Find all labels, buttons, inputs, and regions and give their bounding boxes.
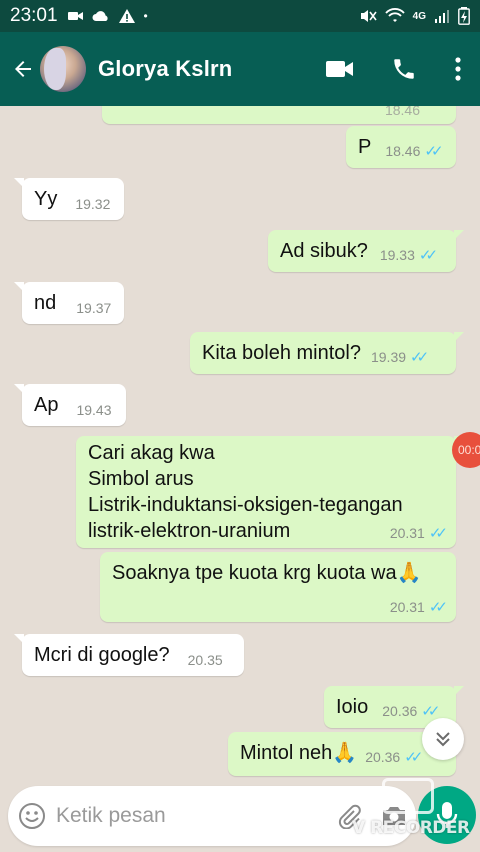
- video-call-button[interactable]: [308, 39, 372, 99]
- dot-icon: •: [143, 9, 148, 23]
- emoji-icon: [18, 803, 45, 829]
- message-bubble-out[interactable]: Cari akag kwa Simbol arus Listrik-indukt…: [76, 436, 464, 548]
- status-bar: 23:01 • 4G: [0, 0, 480, 32]
- recorder-logo-icon: [382, 778, 434, 814]
- chat-area[interactable]: 18.46 P 18.46 ✓✓ Yy 19.32 Ad sibuk? 19.3…: [0, 106, 480, 784]
- contact-name[interactable]: Glorya Kslrn: [98, 56, 232, 82]
- message-time: 20.36: [365, 749, 401, 765]
- cloud-icon: [92, 11, 108, 22]
- message-text: Soaknya tpe kuota krg kuota wa🙏: [112, 562, 422, 584]
- scroll-to-bottom-button[interactable]: [422, 718, 464, 760]
- video-notification-icon: [67, 12, 83, 20]
- message-time: 19.39: [370, 349, 407, 365]
- read-ticks-icon: ✓✓: [428, 525, 448, 542]
- message-text: Mcri di google?: [34, 644, 170, 666]
- battery-icon: [458, 7, 470, 25]
- more-vert-icon: [455, 57, 461, 81]
- wifi-icon: [384, 8, 405, 22]
- chevron-double-down-icon: [436, 732, 450, 747]
- recorder-watermark: V RECORDER: [352, 776, 472, 840]
- message-text: Ad sibuk?: [280, 240, 368, 262]
- read-ticks-icon: ✓✓: [421, 703, 440, 720]
- message-time: 19.43: [76, 402, 112, 418]
- network-type: 4G: [412, 10, 426, 22]
- read-ticks-icon: ✓✓: [424, 143, 443, 160]
- message-bubble-in[interactable]: Ap 19.43: [14, 384, 126, 426]
- message-text: Mintol neh🙏: [240, 742, 358, 764]
- message-time: 18.46: [385, 143, 421, 159]
- voice-call-button[interactable]: [372, 39, 436, 99]
- message-time: 19.32: [75, 196, 111, 212]
- message-text: Ap: [34, 394, 59, 416]
- chat-header: Glorya Kslrn: [0, 32, 480, 106]
- message-time: 20.36: [382, 703, 418, 719]
- message-time: 19.37: [76, 300, 112, 316]
- message-time: 20.31: [389, 599, 425, 615]
- more-options-button[interactable]: [436, 39, 480, 99]
- read-ticks-icon: ✓✓: [404, 749, 423, 766]
- emoji-button[interactable]: [8, 786, 56, 846]
- avatar[interactable]: [40, 46, 86, 92]
- recorder-timer: 00:0: [458, 443, 480, 457]
- message-bubble-in[interactable]: nd 19.37: [14, 282, 124, 324]
- status-time: 23:01: [10, 5, 58, 26]
- message-input[interactable]: [55, 804, 327, 828]
- message-time: 20.31: [389, 525, 425, 541]
- back-button[interactable]: [6, 49, 40, 89]
- read-ticks-icon: ✓✓: [428, 599, 448, 616]
- message-text: nd: [34, 292, 57, 314]
- message-text: Ioio: [336, 696, 369, 718]
- message-bubble-in[interactable]: Yy 19.32: [14, 178, 124, 220]
- message-text: Yy: [34, 188, 58, 210]
- watermark-text: V RECORDER: [352, 818, 470, 838]
- video-call-icon: [326, 61, 353, 77]
- warning-icon: [118, 9, 135, 23]
- mute-icon: [360, 10, 377, 22]
- message-bubble-out[interactable]: 18.46: [102, 106, 456, 124]
- message-text: Kita boleh mintol?: [202, 342, 361, 364]
- message-bubble-out[interactable]: Ad sibuk? 19.33 ✓✓: [268, 230, 464, 272]
- message-bubble-out[interactable]: P 18.46 ✓✓: [346, 126, 456, 168]
- message-bubble-out[interactable]: Soaknya tpe kuota krg kuota wa🙏 20.31 ✓✓: [100, 552, 456, 622]
- signal-icon: [435, 10, 449, 23]
- message-time: 19.33: [379, 247, 415, 263]
- read-ticks-icon: ✓✓: [418, 247, 438, 264]
- read-ticks-icon: ✓✓: [410, 349, 429, 366]
- phone-icon: [394, 59, 414, 79]
- message-bubble-out[interactable]: Kita boleh mintol? 19.39 ✓✓: [190, 332, 464, 374]
- message-bubble-in[interactable]: Mcri di google? 20.35: [14, 634, 244, 676]
- screen-recorder-badge[interactable]: 00:0: [452, 432, 480, 468]
- message-time: 18.46: [384, 106, 420, 118]
- arrow-left-icon: [15, 61, 31, 77]
- message-time: 20.35: [187, 652, 223, 668]
- message-text: P: [358, 136, 372, 158]
